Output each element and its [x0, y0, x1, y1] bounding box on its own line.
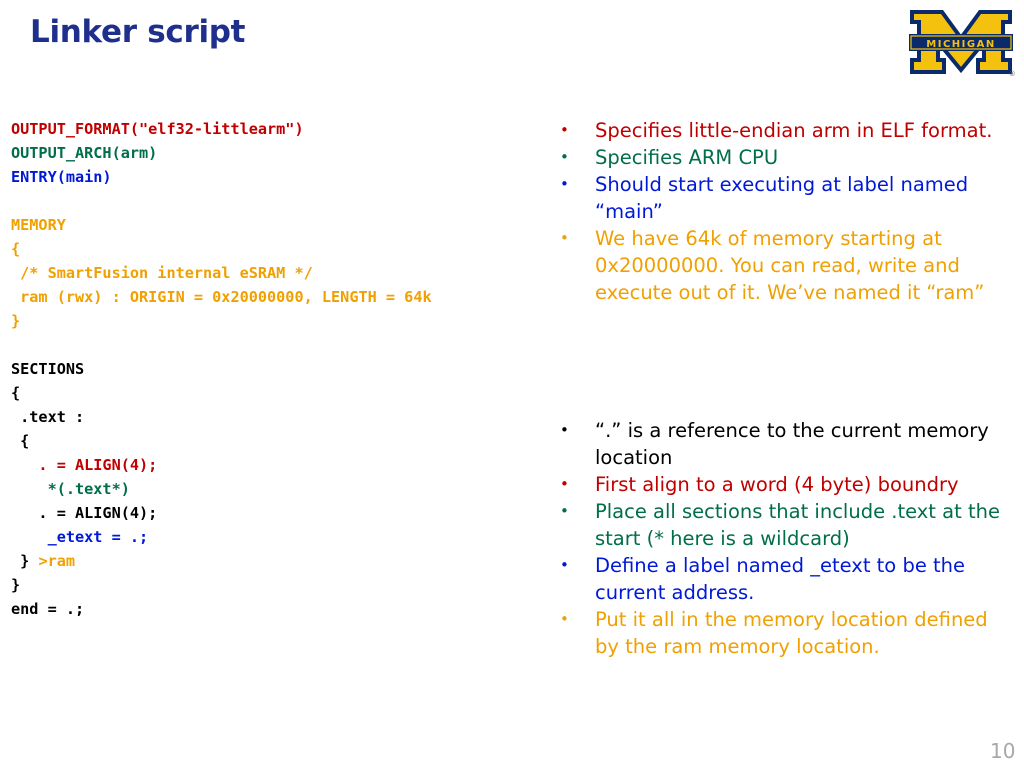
explanation-list-top: • Specifies little-endian arm in ELF form… [560, 117, 1000, 306]
code-text: } [11, 576, 21, 594]
code-line: .text : [11, 405, 432, 429]
bullet-dot-icon: • [560, 610, 569, 628]
bullet-dot-icon: • [560, 175, 569, 193]
code-line: } [11, 309, 432, 333]
code-text: { [11, 384, 21, 402]
code-text: } [11, 552, 39, 570]
code-text: SECTIONS [11, 360, 85, 378]
code-text: *(.text*) [11, 480, 130, 498]
bullet-item: • Specifies little-endian arm in ELF form… [560, 117, 1000, 144]
logo-text: MICHIGAN [926, 39, 995, 50]
bullet-item: • Define a label named _etext to be the c… [560, 552, 1000, 606]
explanation-list-bottom: • “.” is a reference to the current memor… [560, 417, 1000, 660]
code-text: ram (rwx) : ORIGIN = 0x20000000, LENGTH … [11, 288, 432, 306]
code-line: MEMORY [11, 213, 432, 237]
bullet-dot-icon: • [560, 229, 569, 247]
bullet-item: • Place all sections that include .text a… [560, 498, 1000, 552]
code-line: { [11, 381, 432, 405]
code-text: ENTRY(main) [11, 168, 112, 186]
bullet-dot-icon: • [560, 148, 569, 166]
code-line: OUTPUT_ARCH(arm) [11, 141, 432, 165]
code-text: { [11, 432, 30, 450]
code-line: OUTPUT_FORMAT("elf32-littlearm") [11, 117, 432, 141]
code-line: end = .; [11, 597, 432, 621]
bullet-text: Specifies ARM CPU [595, 146, 779, 169]
code-text: OUTPUT_ARCH(arm) [11, 144, 158, 162]
bullet-text: Define a label named _etext to be the cu… [595, 554, 966, 604]
code-line: _etext = .; [11, 525, 432, 549]
bullet-item: • Should start executing at label named “… [560, 171, 1000, 225]
michigan-logo: MICHIGAN ® [909, 10, 1016, 78]
code-text: . = ALIGN(4); [11, 456, 158, 474]
bullet-text: First align to a word (4 byte) boundry [595, 473, 959, 496]
code-text: MEMORY [11, 216, 66, 234]
code-text: OUTPUT_FORMAT("elf32-littlearm") [11, 120, 304, 138]
page-number: 10 [990, 739, 1016, 763]
code-text-extra: >ram [38, 552, 76, 570]
bullet-dot-icon: • [560, 556, 569, 574]
code-line: SECTIONS [11, 357, 432, 381]
code-line: { [11, 237, 432, 261]
bullet-text: Should start executing at label named “m… [595, 173, 969, 223]
bullet-text: Place all sections that include .text at… [595, 500, 1000, 550]
code-line: . = ALIGN(4); [11, 501, 432, 525]
bullet-item: • We have 64k of memory starting at 0x200… [560, 225, 1000, 306]
bullet-item: • First align to a word (4 byte) boundry [560, 471, 1000, 498]
bullet-item: • Put it all in the memory location defin… [560, 606, 1000, 660]
code-text: .text : [11, 408, 85, 426]
code-text: . = ALIGN(4); [11, 504, 158, 522]
bullet-dot-icon: • [560, 475, 569, 493]
linker-script-code: OUTPUT_FORMAT("elf32-littlearm") OUTPUT_A… [11, 117, 432, 621]
slide-title: Linker script [30, 14, 246, 50]
code-text: } [11, 312, 21, 330]
code-line: ENTRY(main) [11, 165, 432, 189]
bullet-item: • “.” is a reference to the current memor… [560, 417, 1000, 471]
bullet-text: Put it all in the memory location define… [595, 608, 988, 658]
code-line: } [11, 573, 432, 597]
code-text: _etext = .; [11, 528, 149, 546]
code-line: /* SmartFusion internal eSRAM */ [11, 261, 432, 285]
bullet-dot-icon: • [560, 421, 569, 439]
code-line: ram (rwx) : ORIGIN = 0x20000000, LENGTH … [11, 285, 432, 309]
code-text: { [11, 240, 21, 258]
code-line: . = ALIGN(4); [11, 453, 432, 477]
bullet-item: • Specifies ARM CPU [560, 144, 1000, 171]
bullet-text: Specifies little-endian arm in ELF forma… [595, 119, 993, 142]
code-line: *(.text*) [11, 477, 432, 501]
code-line: } >ram [11, 549, 432, 573]
code-line: { [11, 429, 432, 453]
bullet-dot-icon: • [560, 502, 569, 520]
code-text: /* SmartFusion internal eSRAM */ [11, 264, 313, 282]
bullet-text: “.” is a reference to the current memory… [595, 419, 989, 469]
bullet-text: We have 64k of memory starting at 0x2000… [595, 227, 985, 304]
bullet-dot-icon: • [560, 121, 569, 139]
code-text: end = .; [11, 600, 85, 618]
registered-mark: ® [1009, 70, 1016, 78]
